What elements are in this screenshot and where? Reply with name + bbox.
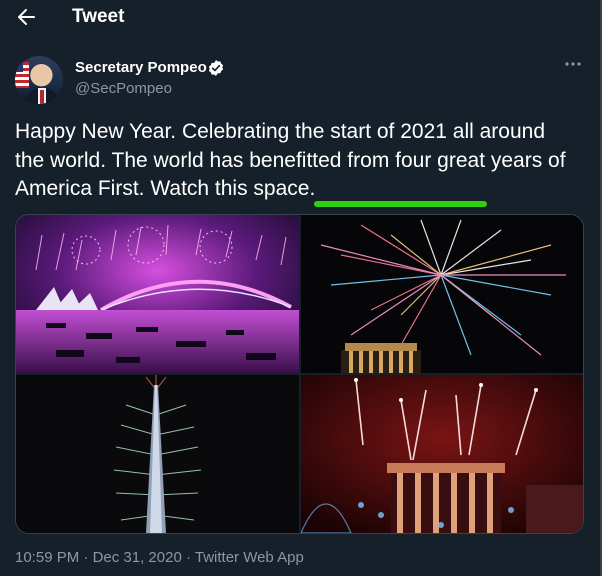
more-horizontal-icon[interactable] (563, 54, 583, 74)
tweet-text-end: . (309, 177, 316, 200)
author-handle[interactable]: @SecPompeo (75, 79, 172, 99)
watch-this-space-link[interactable]: Watch this space (150, 177, 309, 200)
tweet-date[interactable]: Dec 31, 2020 (93, 549, 182, 566)
tweet-meta: 10:59 PM · Dec 31, 2020 · Twitter Web Ap… (15, 548, 304, 568)
highlight-underline (314, 201, 487, 207)
tweet-source[interactable]: Twitter Web App (195, 549, 304, 566)
athens-acropolis-fireworks-photo[interactable] (301, 215, 583, 373)
sydney-opera-house-fireworks-photo[interactable] (16, 215, 299, 373)
burj-khalifa-fireworks-photo[interactable] (16, 375, 299, 533)
tweet-time[interactable]: 10:59 PM (15, 549, 79, 566)
separator: · (79, 549, 93, 566)
separator: · (181, 549, 195, 566)
page-title: Tweet (72, 6, 125, 27)
author-name[interactable]: Secretary Pompeo (75, 58, 207, 78)
verified-badge-icon (207, 59, 225, 77)
tweet-page: Tweet Secretary Pompeo @SecPompeo Happy … (0, 0, 602, 576)
brandenburg-gate-fireworks-photo[interactable] (301, 375, 583, 533)
media-grid (15, 214, 584, 534)
avatar[interactable] (15, 56, 63, 104)
page-header: Tweet (0, 0, 600, 36)
arrow-left-icon[interactable] (16, 3, 40, 31)
tweet-text: Happy New Year. Celebrating the start of… (15, 118, 575, 204)
